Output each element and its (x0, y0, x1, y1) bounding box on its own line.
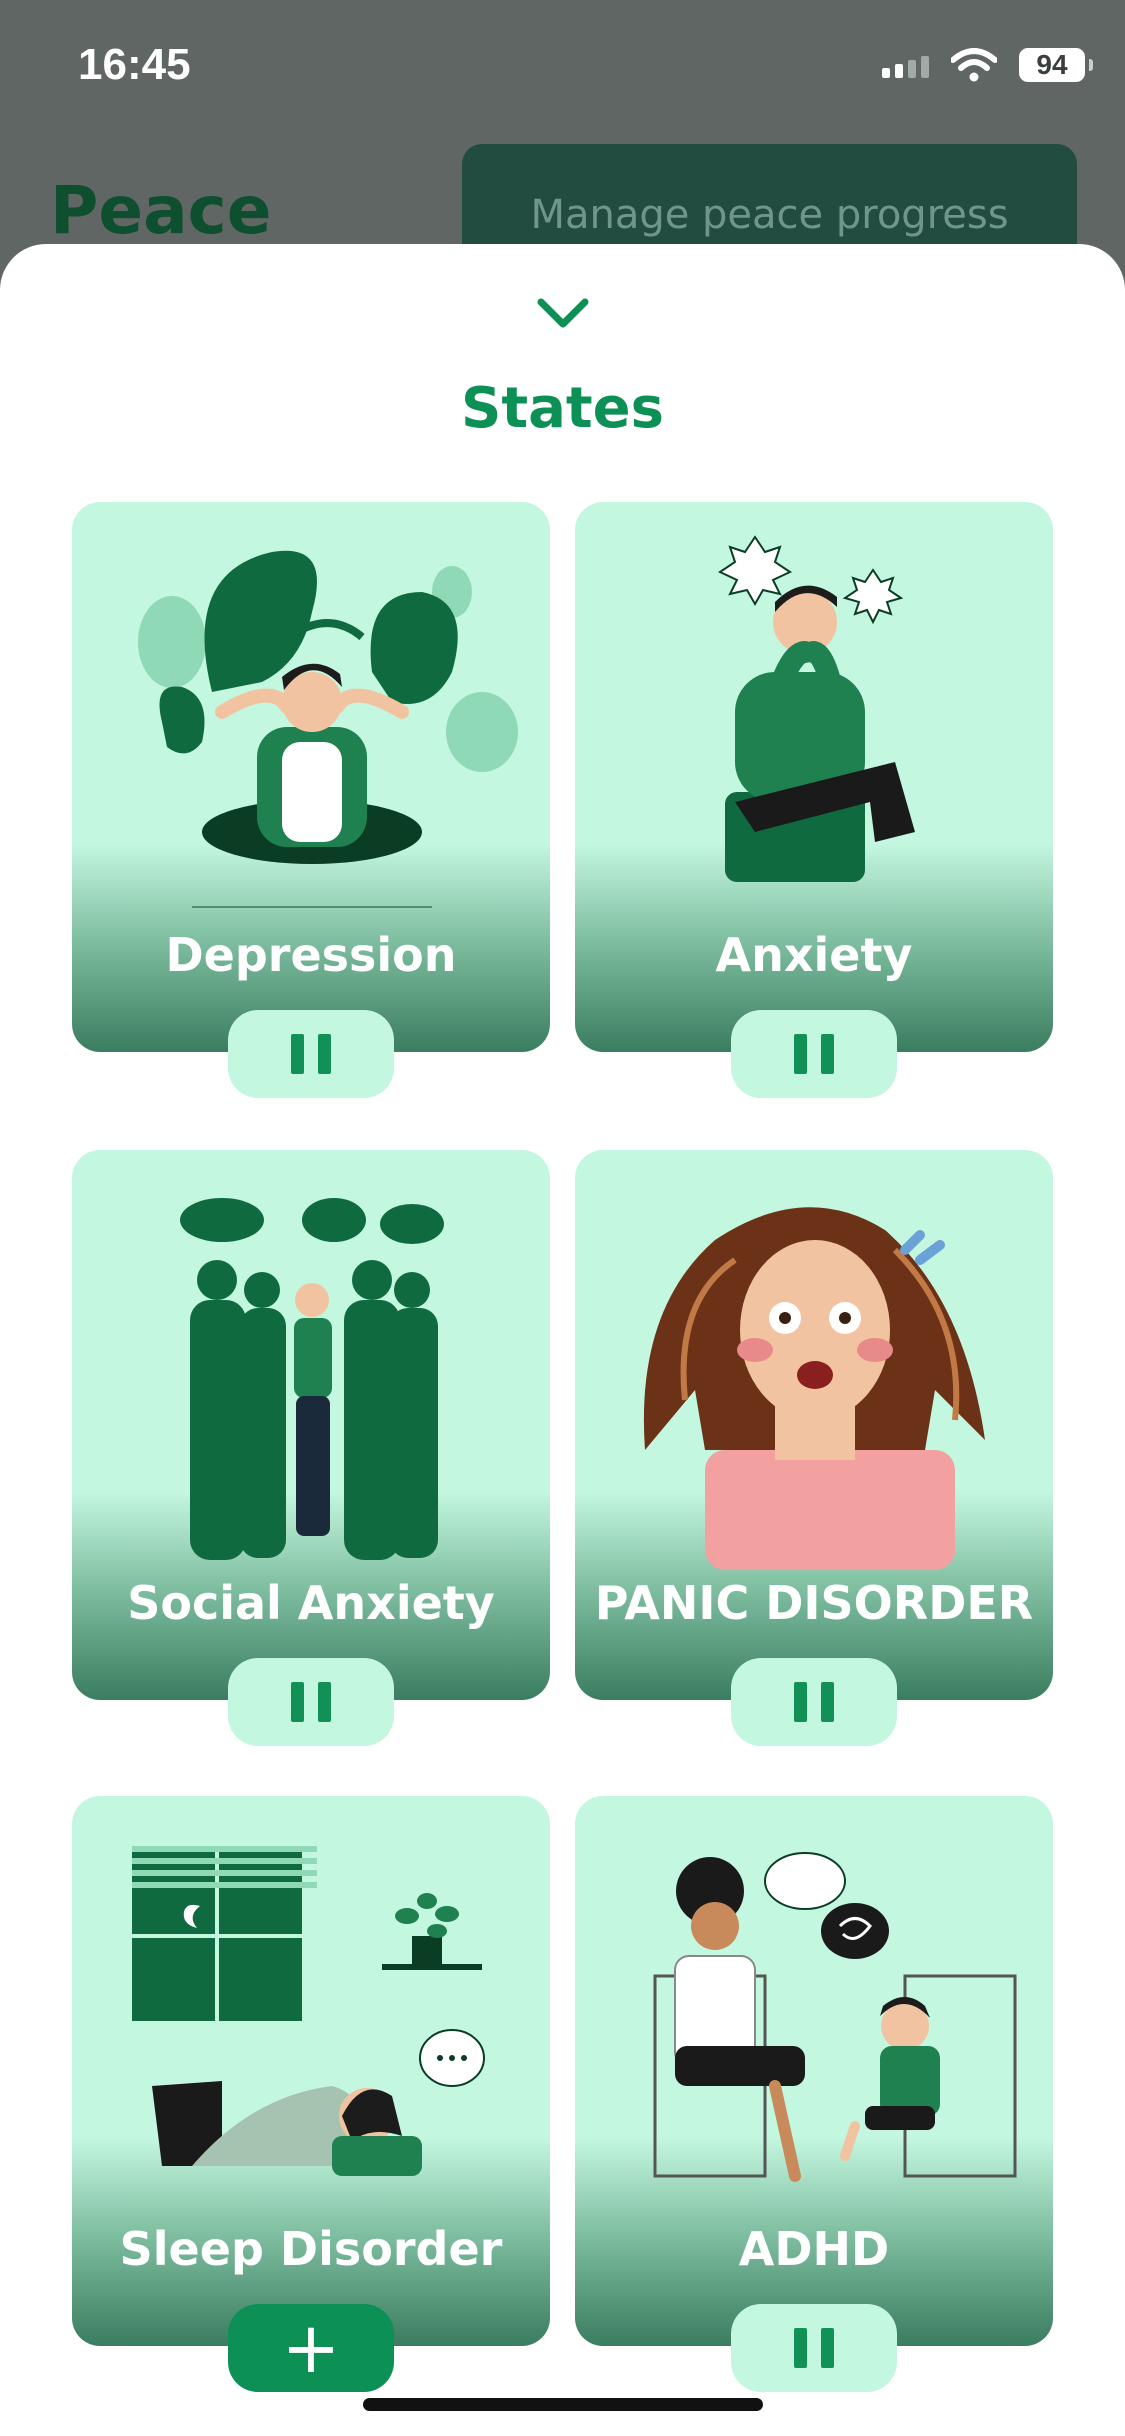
pause-icon (794, 2328, 834, 2368)
sleep-disorder-illustration (132, 1846, 485, 2176)
manage-progress-label: Manage peace progress (530, 192, 1009, 238)
state-card-depression[interactable]: Depression (72, 502, 550, 1052)
adhd-illustration (653, 1852, 1017, 2182)
depression-illustration (138, 550, 518, 908)
status-icons: 94 (882, 48, 1093, 82)
card-label: PANIC DISORDER (594, 1576, 1034, 1630)
page-title: Peace (50, 172, 272, 249)
plus-icon: + (281, 2307, 341, 2389)
pause-button[interactable] (731, 1010, 897, 1098)
card-label: Social Anxiety (127, 1576, 495, 1630)
pause-icon (794, 1682, 834, 1722)
card-label: Depression (165, 928, 457, 982)
pause-button[interactable] (731, 1658, 897, 1746)
pause-button[interactable] (731, 2304, 897, 2392)
pause-icon (291, 1682, 331, 1722)
states-sheet: States Depression Anxiety Social Anxiety… (0, 244, 1125, 2436)
battery-level: 94 (1036, 49, 1068, 80)
state-card-sleep-disorder[interactable]: Sleep Disorder (72, 1796, 550, 2346)
cellular-signal-icon (882, 52, 929, 78)
home-indicator[interactable] (363, 2398, 763, 2411)
card-label: Anxiety (715, 928, 913, 982)
pause-icon (291, 1034, 331, 1074)
anxiety-illustration (717, 535, 915, 882)
status-bar: 16:45 94 (0, 0, 1125, 140)
state-card-panic-disorder[interactable]: PANIC DISORDER (575, 1150, 1053, 1700)
state-card-social-anxiety[interactable]: Social Anxiety (72, 1150, 550, 1700)
pause-button[interactable] (228, 1658, 394, 1746)
pause-icon (794, 1034, 834, 1074)
card-label: Sleep Disorder (119, 2222, 503, 2276)
card-label: ADHD (738, 2222, 890, 2276)
chevron-down-icon[interactable] (535, 294, 591, 334)
sheet-title: States (461, 376, 664, 441)
social-anxiety-illustration (180, 1198, 444, 1560)
battery-icon: 94 (1019, 48, 1093, 82)
status-time: 16:45 (78, 40, 191, 89)
wifi-icon (951, 48, 997, 82)
add-button[interactable]: + (228, 2304, 394, 2392)
state-card-anxiety[interactable]: Anxiety (575, 502, 1053, 1052)
panic-disorder-illustration (643, 1207, 985, 1570)
state-card-adhd[interactable]: ADHD (575, 1796, 1053, 2346)
pause-button[interactable] (228, 1010, 394, 1098)
